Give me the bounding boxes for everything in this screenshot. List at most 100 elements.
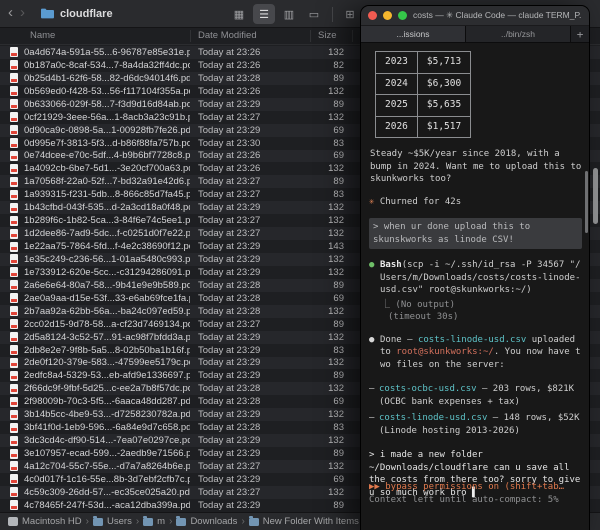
file-name: 2a6e6e64-80a7-58...-9b41e9e9b589.pdf bbox=[24, 280, 190, 291]
view-button[interactable]: ▦ bbox=[228, 4, 250, 24]
file-name: 2ae0a9aa-d15e-53f...33-e6ab69fce1fa.pdf bbox=[24, 293, 190, 304]
back-button[interactable]: ‹ bbox=[0, 4, 19, 23]
column-divider[interactable] bbox=[310, 30, 311, 42]
column-divider[interactable] bbox=[352, 30, 353, 42]
file-name: 0b25d4b1-62f6-58...82-d6dc94014f6.pdf bbox=[24, 73, 190, 84]
pdf-file-icon bbox=[10, 99, 18, 109]
file-name: 1a4092cb-6be7-5d1...-3e20cf700a63.pdf bbox=[24, 163, 190, 174]
folder-icon bbox=[8, 517, 18, 526]
file-date-modified: Today at 23:29 bbox=[198, 99, 302, 110]
path-item[interactable]: › Downloads bbox=[165, 516, 237, 527]
pdf-file-icon bbox=[10, 358, 18, 368]
file-size: 132 bbox=[306, 306, 344, 317]
terminal-titlebar[interactable]: costs — ✳ Claude Code — claude TERM_P... bbox=[361, 6, 589, 26]
file-name: 1b289f6c-1b82-5ca...3-84f6e74c5ee1.pdf bbox=[24, 215, 190, 226]
cost-year: 2026 bbox=[376, 116, 418, 138]
new-tab-button[interactable]: + bbox=[571, 26, 589, 42]
bash-result: ⎿ (No output) bbox=[381, 299, 582, 312]
finder-scrollbar[interactable] bbox=[593, 168, 598, 224]
path-item[interactable]: › New Folder With Items 3 bbox=[237, 516, 366, 527]
path-item-label: m bbox=[157, 516, 165, 527]
file-date-modified: Today at 23:29 bbox=[198, 125, 302, 136]
file-date-modified: Today at 23:28 bbox=[198, 383, 302, 394]
file-size: 89 bbox=[306, 73, 344, 84]
column-divider[interactable] bbox=[190, 30, 191, 42]
path-item-label: Macintosh HD bbox=[22, 516, 82, 527]
file-name: 1b43cfbd-043f-535...d-2a3cd18a0f48.pdf bbox=[24, 202, 190, 213]
forward-button[interactable]: › bbox=[19, 4, 31, 23]
zoom-button[interactable] bbox=[398, 11, 407, 20]
file-date-modified: Today at 23:26 bbox=[198, 150, 302, 161]
file-date-modified: Today at 23:29 bbox=[198, 448, 302, 459]
server-file-item: – costs-linode-usd.csv — 148 rows, $52K … bbox=[369, 412, 582, 437]
file-date-modified: Today at 23:27 bbox=[198, 228, 302, 239]
remote-host: root@skunkworks:~/ bbox=[396, 347, 494, 357]
path-item[interactable]: › Users bbox=[82, 516, 132, 527]
file-date-modified: Today at 23:27 bbox=[198, 215, 302, 226]
file-date-modified: Today at 23:29 bbox=[198, 500, 302, 511]
file-name: 4c0d017f-1c16-55e...8b-3d7ebf2cfb7c.pdf bbox=[24, 474, 190, 485]
terminal-tab[interactable]: ../bin/zsh bbox=[466, 26, 571, 42]
server-file-item: – costs-ocbc-usd.csv — 203 rows, $821K (… bbox=[369, 383, 582, 408]
terminal-scrollbar[interactable] bbox=[585, 171, 588, 233]
file-date-modified: Today at 23:27 bbox=[198, 319, 302, 330]
file-date-modified: Today at 23:28 bbox=[198, 293, 302, 304]
file-size: 69 bbox=[306, 396, 344, 407]
cost-year: 2024 bbox=[376, 73, 418, 95]
file-size: 132 bbox=[306, 228, 344, 239]
view-button[interactable]: ☰ bbox=[253, 4, 275, 24]
view-button[interactable]: ▥ bbox=[278, 4, 300, 24]
column-header-size[interactable]: Size bbox=[318, 30, 336, 41]
spinner-icon: ✳ bbox=[369, 197, 374, 207]
column-header-date-modified[interactable]: Date Modified bbox=[198, 30, 257, 41]
view-button[interactable]: ▭ bbox=[303, 4, 325, 24]
file-size: 132 bbox=[306, 383, 344, 394]
file-name: 0d90ca9c-0898-5a...1-00928fb7fe26.pdf bbox=[24, 125, 190, 136]
terminal-content: 2023 $5,713 2024 $6,300 2025 $5,635 bbox=[361, 43, 589, 529]
close-button[interactable] bbox=[368, 11, 377, 20]
file-size: 69 bbox=[306, 474, 344, 485]
path-item[interactable]: › Macintosh HD bbox=[8, 516, 82, 527]
file-date-modified: Today at 23:26 bbox=[198, 163, 302, 174]
file-date-modified: Today at 23:29 bbox=[198, 357, 302, 368]
file-date-modified: Today at 23:26 bbox=[198, 60, 302, 71]
file-size: 83 bbox=[306, 138, 344, 149]
pdf-file-icon bbox=[10, 436, 18, 446]
file-date-modified: Today at 23:27 bbox=[198, 461, 302, 472]
file-size: 82 bbox=[306, 60, 344, 71]
file-date-modified: Today at 23:26 bbox=[198, 86, 302, 97]
column-header-name[interactable]: Name bbox=[30, 30, 55, 41]
path-item-label: Users bbox=[107, 516, 132, 527]
file-date-modified: Today at 23:28 bbox=[198, 73, 302, 84]
pdf-file-icon bbox=[10, 242, 18, 252]
folder-icon bbox=[176, 518, 186, 526]
minimize-button[interactable] bbox=[383, 11, 392, 20]
pdf-file-icon bbox=[10, 487, 18, 497]
cost-amount: $5,713 bbox=[417, 52, 470, 74]
pdf-file-icon bbox=[10, 371, 18, 381]
pdf-file-icon bbox=[10, 474, 18, 484]
file-date-modified: Today at 23:27 bbox=[198, 487, 302, 498]
list-dash: – bbox=[369, 383, 379, 408]
path-item-label: New Folder With Items 3 bbox=[263, 516, 367, 527]
file-size: 83 bbox=[306, 422, 344, 433]
pdf-file-icon bbox=[10, 190, 18, 200]
server-file-name: costs-ocbc-usd.csv bbox=[379, 384, 477, 394]
pdf-file-icon bbox=[10, 86, 18, 96]
file-name: 3dc3cd4c-df90-514...-7ea07e0297ce.pdf bbox=[24, 435, 190, 446]
assistant-summary: Steady ~$5K/year since 2018, with a bump… bbox=[370, 148, 582, 186]
file-name: 0b633066-029f-58...7-f3d9d16d84ab.pdf bbox=[24, 99, 190, 110]
terminal-tab[interactable]: ...issions bbox=[361, 26, 466, 42]
spinner-text: Churned for 42s bbox=[380, 197, 461, 207]
path-separator: › bbox=[241, 516, 244, 527]
path-item[interactable]: › m bbox=[132, 516, 165, 527]
context-status: Context left until auto-compact: 5% bbox=[369, 494, 584, 507]
assistant-done-message: ● Done — costs-linode-usd.csv uploaded t… bbox=[369, 334, 582, 372]
group-icon[interactable]: ⊞ bbox=[341, 4, 359, 24]
file-size: 89 bbox=[306, 319, 344, 330]
file-size: 69 bbox=[306, 125, 344, 136]
file-size: 132 bbox=[306, 47, 344, 58]
pdf-file-icon bbox=[10, 47, 18, 57]
terminal-window: costs — ✳ Claude Code — claude TERM_P...… bbox=[360, 5, 590, 530]
bash-tool-call: ● Bash(scp -i ~/.ssh/id_rsa -P 34567 "/U… bbox=[369, 259, 582, 297]
